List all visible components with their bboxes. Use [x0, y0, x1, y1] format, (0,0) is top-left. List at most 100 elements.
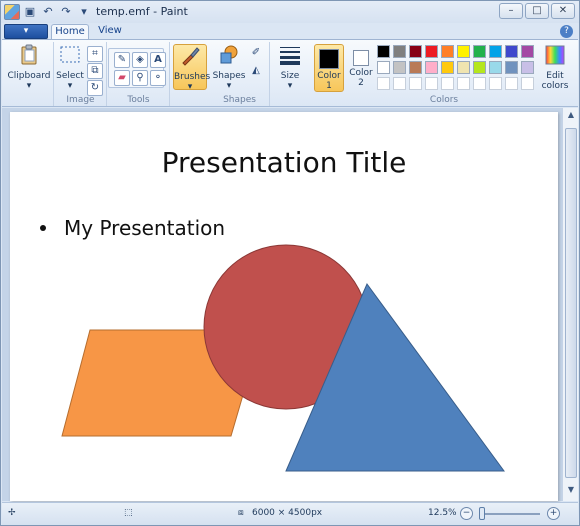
edit-colors-icon: [545, 45, 565, 65]
image-group-label: Image: [66, 95, 95, 105]
color-picker-icon[interactable]: ⚲: [132, 70, 148, 86]
palette-swatch[interactable]: [521, 45, 534, 58]
palette-swatch-empty[interactable]: [425, 77, 438, 90]
palette-swatch[interactable]: [473, 45, 486, 58]
brush-icon: [182, 47, 200, 66]
ribbon: Clipboard ▾ Select ▾ ⌗ ⧉ ↻ Image ✎ ◈ A ▰…: [2, 39, 578, 107]
shapes-chevron-icon: ▾: [226, 81, 232, 91]
select-button[interactable]: Select ▾: [56, 44, 84, 92]
fill-icon[interactable]: ◈: [132, 52, 148, 68]
clipboard-icon: [21, 44, 37, 65]
outline-icon[interactable]: ✐: [248, 46, 264, 62]
tools-group-label: Tools: [127, 95, 150, 105]
zoom-slider-thumb[interactable]: [479, 507, 485, 520]
eraser-icon[interactable]: ▰: [114, 70, 130, 86]
paint-menu-chevron-icon: ▾: [23, 26, 29, 36]
rotate-icon[interactable]: ↻: [87, 80, 103, 96]
image-group: Select ▾ ⌗ ⧉ ↻ Image: [55, 42, 107, 106]
drawing-canvas[interactable]: Presentation Title My Presentation: [10, 112, 558, 501]
brushes-label: Brushes: [174, 72, 211, 82]
clipboard-button[interactable]: Clipboard ▾: [7, 44, 51, 92]
line-size-icon: [280, 47, 300, 65]
color2-swatch: [353, 50, 369, 66]
palette-swatch-empty[interactable]: [393, 77, 406, 90]
brushes-chevron-icon: ▾: [187, 82, 193, 92]
shapes-icon: [220, 45, 238, 64]
palette-swatch[interactable]: [505, 61, 518, 74]
zoom-in-button[interactable]: +: [547, 507, 560, 520]
customize-qat-icon[interactable]: ▾: [76, 4, 92, 20]
palette-swatch[interactable]: [457, 61, 470, 74]
palette-swatch[interactable]: [393, 45, 406, 58]
color1-button[interactable]: Color 1: [314, 44, 344, 92]
palette-swatch-empty[interactable]: [457, 77, 470, 90]
zoom-out-button[interactable]: −: [460, 507, 473, 520]
palette-swatch[interactable]: [377, 45, 390, 58]
color2-button[interactable]: Color 2: [346, 44, 376, 92]
palette-swatch-empty[interactable]: [505, 77, 518, 90]
cursor-position-icon: ✢: [8, 508, 16, 518]
palette-swatch[interactable]: [377, 61, 390, 74]
scroll-up-icon[interactable]: ▲: [565, 110, 577, 124]
select-chevron-icon: ▾: [67, 81, 73, 91]
palette-swatch[interactable]: [521, 61, 534, 74]
vertical-scrollbar[interactable]: ▲ ▼: [562, 108, 578, 501]
undo-icon[interactable]: ↶: [40, 4, 56, 20]
help-icon[interactable]: ?: [560, 25, 573, 38]
presentation-title: Presentation Title: [161, 146, 407, 179]
palette-swatch[interactable]: [425, 45, 438, 58]
palette-swatch-empty[interactable]: [409, 77, 422, 90]
palette-swatch[interactable]: [489, 45, 502, 58]
palette-swatch[interactable]: [457, 45, 470, 58]
palette-swatch[interactable]: [441, 61, 454, 74]
title-bar: ▣ ↶ ↷ ▾ temp.emf - Paint – □ ✕: [1, 1, 579, 23]
redo-icon[interactable]: ↷: [58, 4, 74, 20]
palette-swatch[interactable]: [505, 45, 518, 58]
clipboard-chevron-icon: ▾: [26, 81, 32, 91]
palette-swatch[interactable]: [409, 61, 422, 74]
save-icon[interactable]: ▣: [22, 4, 38, 20]
palette-swatch-empty[interactable]: [441, 77, 454, 90]
shapes-group-label: Shapes: [223, 95, 256, 105]
palette-swatch[interactable]: [425, 61, 438, 74]
edit-colors-button[interactable]: Edit colors: [537, 44, 573, 92]
maximize-button[interactable]: □: [525, 3, 549, 19]
brushes-button[interactable]: Brushes ▾: [173, 44, 211, 92]
palette-swatch[interactable]: [473, 61, 486, 74]
scroll-down-icon[interactable]: ▼: [565, 485, 577, 499]
zoom-level: 12.5%: [428, 508, 457, 518]
scroll-thumb[interactable]: [565, 128, 577, 478]
colors-group: Color 1 Color 2 Edit colors Colors: [311, 42, 577, 106]
zoom-slider-track[interactable]: [482, 513, 540, 515]
magnifier-icon[interactable]: ⚬: [150, 70, 166, 86]
quick-access-toolbar: ▣ ↶ ↷ ▾: [4, 4, 92, 20]
size-group: Size ▾: [271, 42, 309, 106]
palette-swatch[interactable]: [489, 61, 502, 74]
palette-swatch-empty[interactable]: [489, 77, 502, 90]
text-icon[interactable]: A: [150, 52, 166, 68]
crop-icon[interactable]: ⌗: [87, 46, 103, 62]
palette-swatch-empty[interactable]: [521, 77, 534, 90]
bullet-dot: [40, 225, 46, 231]
tab-home[interactable]: Home: [51, 24, 89, 40]
pencil-icon[interactable]: ✎: [114, 52, 130, 68]
palette-swatch[interactable]: [441, 45, 454, 58]
minimize-button[interactable]: –: [499, 3, 523, 19]
shapes-button[interactable]: Shapes ▾: [212, 44, 246, 92]
clipboard-group: Clipboard ▾: [4, 42, 54, 106]
close-button[interactable]: ✕: [551, 3, 575, 19]
status-bar: ✢ ⬚ ⧈ 6000 × 4500px 12.5% − +: [2, 502, 578, 525]
fill-style-icon[interactable]: ◭: [248, 64, 264, 80]
size-button[interactable]: Size ▾: [274, 44, 306, 92]
paint-app-icon[interactable]: [4, 4, 20, 20]
tools-group: ✎ ◈ A ▰ ⚲ ⚬ Tools: [108, 42, 170, 106]
paint-menu-button[interactable]: ▾: [4, 24, 48, 39]
palette-swatch[interactable]: [393, 61, 406, 74]
tab-view[interactable]: View: [95, 24, 125, 40]
ribbon-tabs: ▾ Home View ?: [1, 23, 579, 40]
palette-swatch-empty[interactable]: [473, 77, 486, 90]
palette-swatch-empty[interactable]: [377, 77, 390, 90]
window-title: temp.emf - Paint: [96, 5, 188, 18]
resize-icon[interactable]: ⧉: [87, 63, 103, 79]
palette-swatch[interactable]: [409, 45, 422, 58]
